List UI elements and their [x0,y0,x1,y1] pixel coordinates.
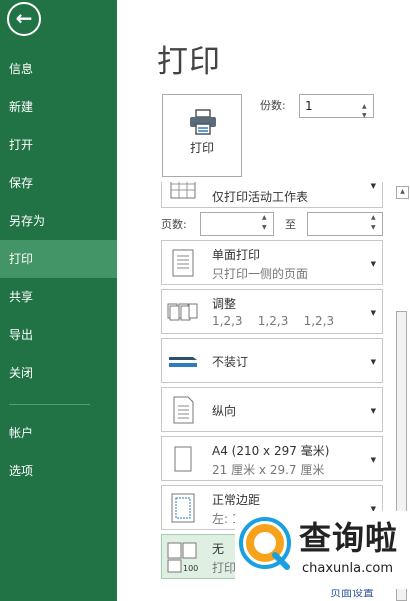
copies-input[interactable]: 1 ▲ ▼ [299,94,374,119]
orientation-title: 纵向 [212,404,237,418]
print-pane: 打印 打印 份数: 1 ▲ ▼ 仅打印活动工作表 ▼ 页数: ▲ ▼ 至 ▲ ▼… [117,0,410,601]
orientation-dropdown[interactable]: 纵向 ▼ [161,387,383,432]
paper-desc: 21 厘米 x 29.7 厘米 [212,463,325,477]
nav-close[interactable]: 关闭 [0,354,117,392]
watermark-subtitle: chaxunla.com [302,561,393,576]
chevron-down-icon: ▼ [370,358,376,366]
pages-label: 页数: [161,218,187,231]
margins-icon [171,493,195,523]
nav-new[interactable]: 新建 [0,88,117,126]
stapler-icon [169,357,197,367]
collate-title: 调整 [212,297,237,311]
sides-dropdown[interactable]: 单面打印 只打印一侧的页面 ▼ [161,240,383,285]
nav-info[interactable]: 信息 [0,50,117,88]
backstage-sidebar: ← 信息 新建 打开 保存 另存为 打印 共享 导出 关闭 帐户 选项 [0,0,117,601]
spin-down-icon[interactable]: ▼ [362,105,370,127]
scaling-desc: 打印 [212,561,237,575]
sides-title: 单面打印 [212,248,261,262]
portrait-icon [173,396,194,424]
sheet-icon [170,182,196,199]
spin-up-icon[interactable]: ▲ [371,214,379,221]
watermark-logo-icon [239,517,291,570]
print-button-label: 打印 [189,141,214,155]
pages-to-input[interactable]: ▲ ▼ [307,212,383,236]
chevron-down-icon: ▼ [370,309,376,317]
page-title: 打印 [157,44,221,80]
print-what-dropdown[interactable]: 仅打印活动工作表 ▼ [161,182,383,208]
margins-title: 正常边距 [212,493,261,507]
print-what-label: 仅打印活动工作表 [212,190,309,204]
spin-up-icon[interactable]: ▲ [262,214,270,221]
copies-label: 份数: [260,99,286,112]
watermark-title: 查询啦 [299,519,399,557]
sides-desc: 只打印一侧的页面 [212,267,309,281]
spin-down-icon[interactable]: ▼ [371,224,379,231]
nav-open[interactable]: 打开 [0,126,117,164]
nav-account[interactable]: 帐户 [0,414,117,452]
collate-icon [167,303,198,321]
paper-title: A4 (210 x 297 毫米) [212,444,330,458]
back-arrow-icon[interactable]: ← [7,2,41,36]
spin-down-icon[interactable]: ▼ [262,224,270,231]
scaling-title: 无 [212,542,225,556]
pages-to-label: 至 [285,218,296,231]
copies-value: 1 [305,99,313,113]
top-fragment-text [317,0,328,5]
chevron-down-icon: ▼ [370,182,376,190]
watermark: 查询啦 chaxunla.com [235,511,410,589]
svg-text:100: 100 [183,564,198,573]
scaling-icon: 100 [167,542,198,573]
pages-from-input[interactable]: ▲ ▼ [200,212,274,236]
nav-options[interactable]: 选项 [0,452,117,490]
staple-title: 不装订 [212,355,249,369]
nav-export[interactable]: 导出 [0,316,117,354]
chevron-down-icon: ▼ [370,456,376,464]
staple-dropdown[interactable]: 不装订 ▼ [161,338,383,383]
chevron-down-icon: ▼ [370,407,376,415]
paper-size-dropdown[interactable]: A4 (210 x 297 毫米) 21 厘米 x 29.7 厘米 ▼ [161,436,383,481]
nav-divider [9,404,90,405]
nav-save[interactable]: 保存 [0,164,117,202]
nav-save-as[interactable]: 另存为 [0,202,117,240]
scroll-up-icon[interactable]: ▲ [396,186,409,199]
printer-icon [190,109,216,135]
one-sided-icon [172,249,194,277]
pages-range: 页数: ▲ ▼ 至 ▲ ▼ [161,212,383,236]
nav-print[interactable]: 打印 [0,240,117,278]
print-button[interactable]: 打印 [162,94,242,177]
chevron-down-icon: ▼ [370,260,376,268]
collate-dropdown[interactable]: 调整 1,2,3 1,2,3 1,2,3 ▼ [161,289,383,334]
nav-share[interactable]: 共享 [0,278,117,316]
paper-icon [174,446,192,472]
collate-desc: 1,2,3 1,2,3 1,2,3 [212,314,335,328]
